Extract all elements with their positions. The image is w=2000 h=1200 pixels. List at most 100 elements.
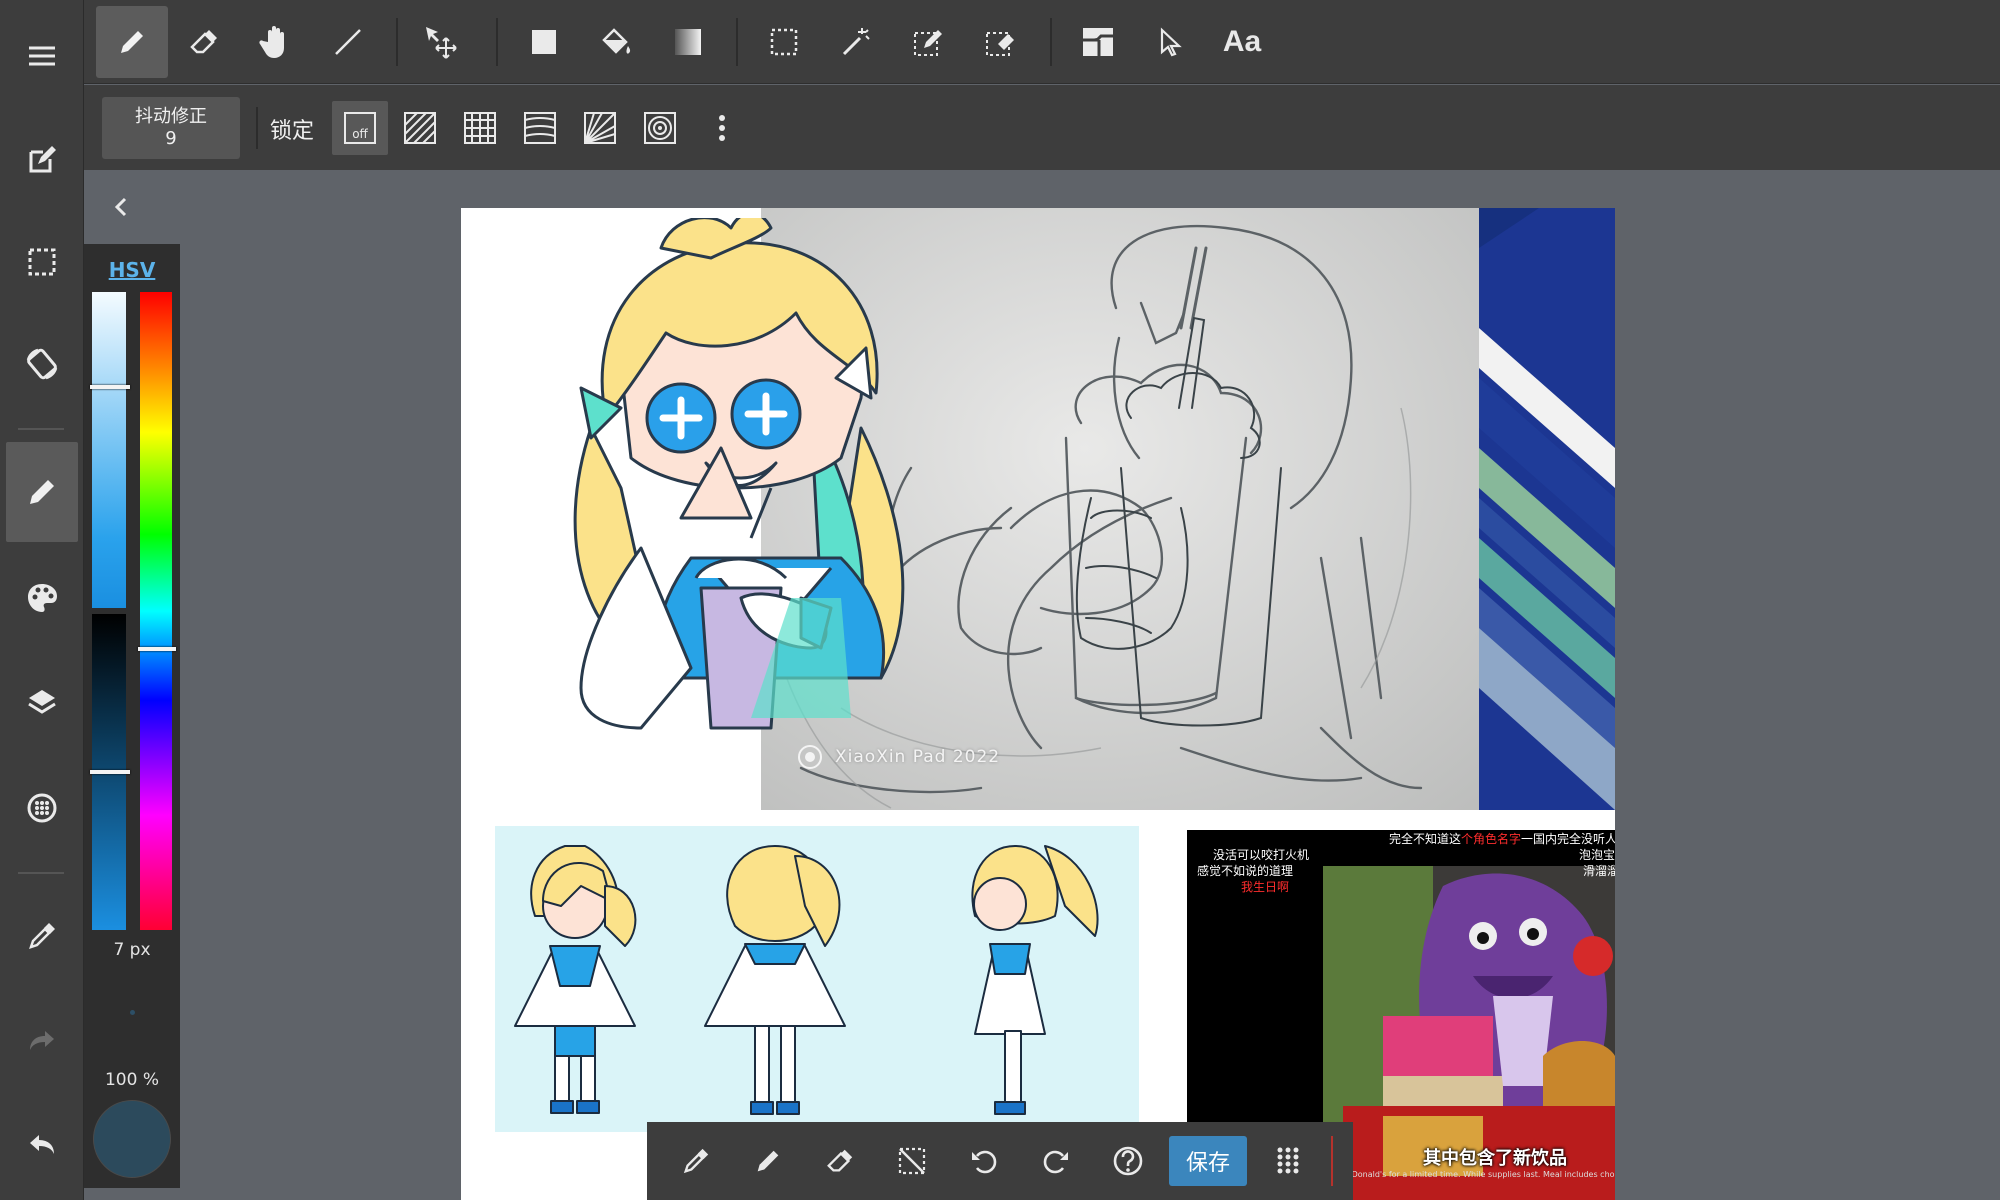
brush-size-preview xyxy=(130,1010,135,1015)
toolbar-divider xyxy=(396,18,398,66)
more-vertical-icon xyxy=(719,115,725,141)
color-mode-toggle[interactable]: HSV xyxy=(84,258,180,282)
help-button[interactable] xyxy=(1099,1132,1157,1190)
value-marker[interactable] xyxy=(90,770,130,774)
toolbar-divider xyxy=(496,18,498,66)
camera-lens-icon xyxy=(798,745,822,769)
eraser-icon xyxy=(190,30,217,54)
eyedropper-icon xyxy=(683,1148,709,1174)
snap-off-button[interactable]: off xyxy=(332,101,388,155)
background-stripes xyxy=(1479,208,1615,810)
deselect-icon xyxy=(898,1147,926,1175)
current-color-swatch[interactable] xyxy=(93,1100,171,1178)
brush-opacity-value[interactable]: 100 % xyxy=(84,1070,180,1090)
paint-bucket-icon xyxy=(602,28,631,54)
select-rect-tool-button[interactable] xyxy=(748,6,820,78)
frame-divider-tool-button[interactable] xyxy=(1062,6,1134,78)
fill-rect-tool-button[interactable] xyxy=(508,6,580,78)
parallel-lines-icon xyxy=(404,112,436,144)
help-icon xyxy=(1113,1146,1143,1176)
frame-divider-icon xyxy=(1083,28,1113,56)
redo-button[interactable] xyxy=(0,998,84,1082)
rotate-right-icon xyxy=(1043,1150,1068,1174)
eyedropper-button[interactable] xyxy=(0,894,84,978)
deselect-button[interactable] xyxy=(883,1132,941,1190)
sidebar-divider xyxy=(18,428,64,430)
hue-marker[interactable] xyxy=(138,647,176,652)
menu-button[interactable] xyxy=(0,14,84,98)
more-options-button[interactable] xyxy=(694,101,750,155)
snap-concentric-button[interactable] xyxy=(632,101,688,155)
rotate-canvas-button[interactable] xyxy=(0,322,84,406)
video-caption: 其中包含了新饮品 xyxy=(1423,1148,1567,1169)
snap-parallel-button[interactable] xyxy=(392,101,448,155)
redo-icon xyxy=(30,1031,54,1050)
text-tool-button[interactable]: Aa xyxy=(1206,6,1278,78)
grid-icon xyxy=(464,112,496,144)
magic-wand-tool-button[interactable] xyxy=(820,6,892,78)
chevron-left-icon xyxy=(114,197,127,217)
left-sidebar xyxy=(0,0,84,1200)
cursor-icon xyxy=(1160,27,1182,57)
materials-button[interactable] xyxy=(0,766,84,850)
bucket-tool-button[interactable] xyxy=(580,6,652,78)
select-pen-tool-button[interactable] xyxy=(892,6,964,78)
undo-button[interactable] xyxy=(0,1102,84,1186)
line-tool-button[interactable] xyxy=(312,6,384,78)
pen-tool-button[interactable] xyxy=(96,6,168,78)
sidebar-divider xyxy=(18,872,64,874)
brush-size-value[interactable]: 7 px xyxy=(84,940,180,960)
saturation-slider[interactable] xyxy=(92,292,126,608)
new-canvas-button[interactable] xyxy=(0,118,84,202)
top-toolbar: Aa xyxy=(84,0,2000,84)
selection-icon xyxy=(28,248,56,276)
saturation-marker[interactable] xyxy=(90,384,130,389)
layers-button[interactable] xyxy=(0,660,84,744)
quick-redo-button[interactable] xyxy=(1027,1132,1085,1190)
hue-slider[interactable] xyxy=(140,292,172,930)
snap-perspective-button[interactable] xyxy=(572,101,628,155)
snap-grid-button[interactable] xyxy=(452,101,508,155)
stabilizer-button[interactable]: 抖动修正 9 xyxy=(102,97,240,159)
gradient-tool-button[interactable] xyxy=(652,6,724,78)
snap-lock-label: 锁定 xyxy=(270,119,315,144)
layers-icon xyxy=(28,690,56,714)
video-top-text: 完全不知道这个角色名字一国内完全没听人提 xyxy=(1389,832,1615,847)
grid-dots-icon xyxy=(1277,1147,1299,1174)
stabilizer-value: 9 xyxy=(165,128,177,149)
hand-tool-button[interactable] xyxy=(240,6,312,78)
quick-eraser-button[interactable] xyxy=(811,1132,869,1190)
options-divider xyxy=(256,107,258,149)
eraser-tool-button[interactable] xyxy=(168,6,240,78)
main-character-illustration xyxy=(573,218,905,730)
stabilizer-label: 抖动修正 xyxy=(135,106,207,127)
palette-button[interactable] xyxy=(0,556,84,640)
move-tool-button[interactable] xyxy=(404,6,476,78)
pen-icon xyxy=(757,1150,779,1172)
operation-tool-button[interactable] xyxy=(1134,6,1206,78)
select-eraser-tool-button[interactable] xyxy=(964,6,1036,78)
quick-bar-menu-button[interactable] xyxy=(1259,1132,1317,1190)
brush-options-bar: 抖动修正 9 锁定 off xyxy=(84,85,2000,170)
quick-access-bar: 保存 xyxy=(647,1122,1353,1200)
quick-eyedropper-button[interactable] xyxy=(667,1132,725,1190)
video-right-text-2: 滑溜溜 xyxy=(1583,864,1615,878)
save-button[interactable]: 保存 xyxy=(1169,1136,1247,1186)
character-reference-sheet xyxy=(495,826,1139,1132)
eyedropper-icon xyxy=(29,923,55,949)
text-tool-label: Aa xyxy=(1222,25,1262,58)
gradient-icon xyxy=(675,29,701,55)
collapse-panel-button[interactable] xyxy=(104,190,138,224)
rotate-canvas-icon xyxy=(26,348,58,380)
drawing-canvas[interactable]: XiaoXin Pad 2022 完全不知道这个角色名字一国内完全没听人 泡泡宝… xyxy=(461,208,1615,1200)
quick-pen-button[interactable] xyxy=(739,1132,797,1190)
brush-button[interactable] xyxy=(6,442,78,542)
rotate-left-icon xyxy=(972,1150,997,1174)
eraser-icon xyxy=(827,1149,853,1172)
concentric-icon xyxy=(644,112,676,144)
video-top-text-red: 个角色名字 xyxy=(1461,832,1522,846)
snap-curve-button[interactable] xyxy=(512,101,568,155)
selection-button[interactable] xyxy=(0,220,84,304)
select-rect-icon xyxy=(770,28,798,56)
quick-undo-button[interactable] xyxy=(955,1132,1013,1190)
